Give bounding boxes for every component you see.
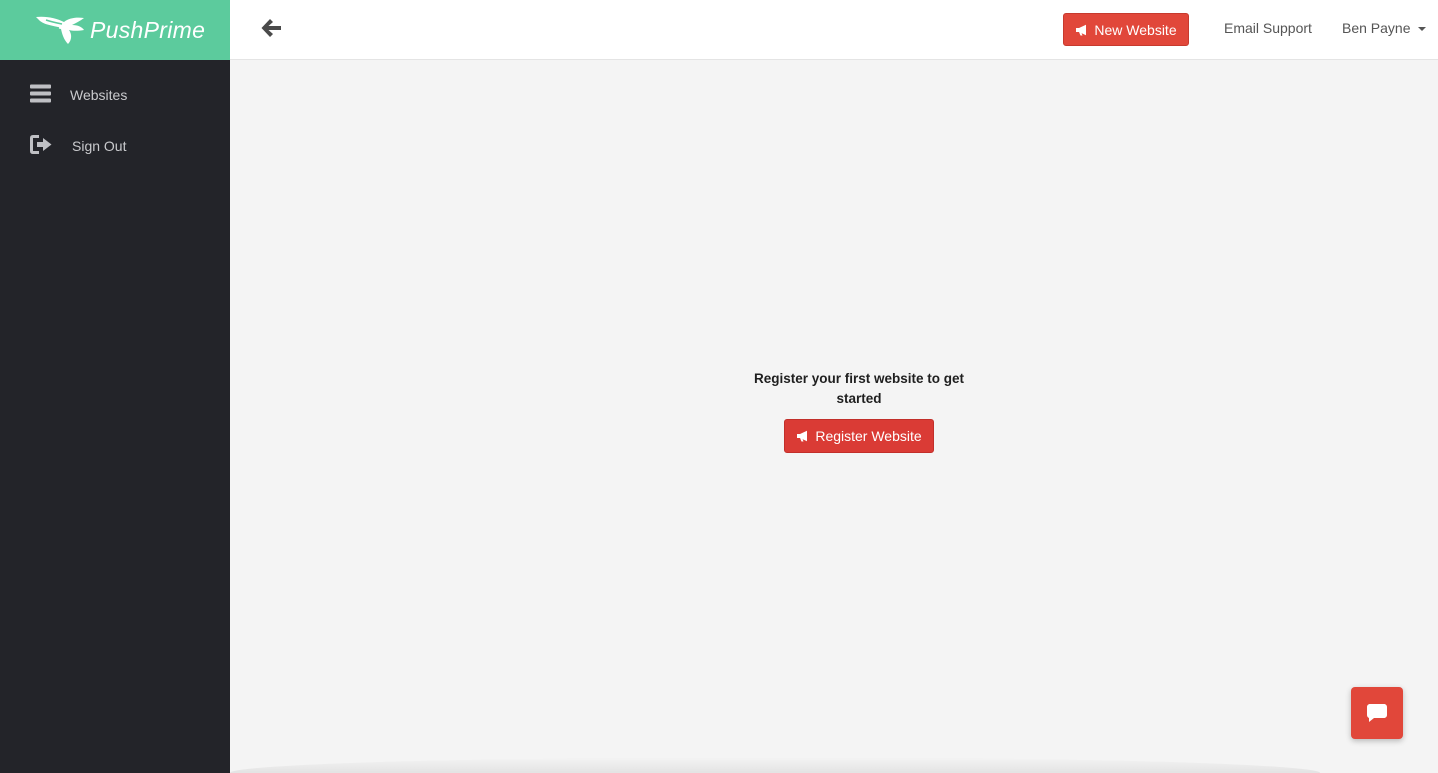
caret-down-icon xyxy=(1417,27,1426,31)
menu-bars-icon xyxy=(30,84,52,107)
user-name: Ben Payne xyxy=(1342,20,1411,36)
brand-name: PushPrime xyxy=(90,16,206,43)
chat-widget-button[interactable] xyxy=(1351,687,1403,739)
sidebar-item-label: Sign Out xyxy=(72,138,127,154)
megaphone-icon xyxy=(797,430,808,442)
arrow-left-icon[interactable] xyxy=(260,17,282,39)
register-website-button[interactable]: Register Website xyxy=(784,419,934,453)
new-website-label: New Website xyxy=(1094,21,1177,38)
empty-state-message: Register your first website to get start… xyxy=(753,371,965,406)
megaphone-icon xyxy=(1076,24,1087,35)
bottom-shadow xyxy=(230,757,1320,773)
top-bar: New Website Email Support Ben Payne xyxy=(230,0,1438,60)
brand-logo[interactable]: PushPrime xyxy=(0,0,230,60)
new-website-button[interactable]: New Website xyxy=(1063,13,1189,46)
register-website-label: Register Website xyxy=(815,428,922,444)
sidebar: Websites Sign Out xyxy=(0,60,230,773)
winged-bird-logo-icon xyxy=(36,16,84,44)
sidebar-item-label: Websites xyxy=(70,87,128,103)
chat-bubble-icon xyxy=(1367,704,1387,722)
email-support-link[interactable]: Email Support xyxy=(1224,20,1312,36)
empty-state: Register your first website to get start… xyxy=(745,369,973,453)
sidebar-item-sign-out[interactable]: Sign Out xyxy=(0,126,230,166)
user-menu[interactable]: Ben Payne xyxy=(1342,20,1426,36)
sign-out-icon xyxy=(30,135,53,158)
sidebar-item-websites[interactable]: Websites xyxy=(0,75,230,115)
